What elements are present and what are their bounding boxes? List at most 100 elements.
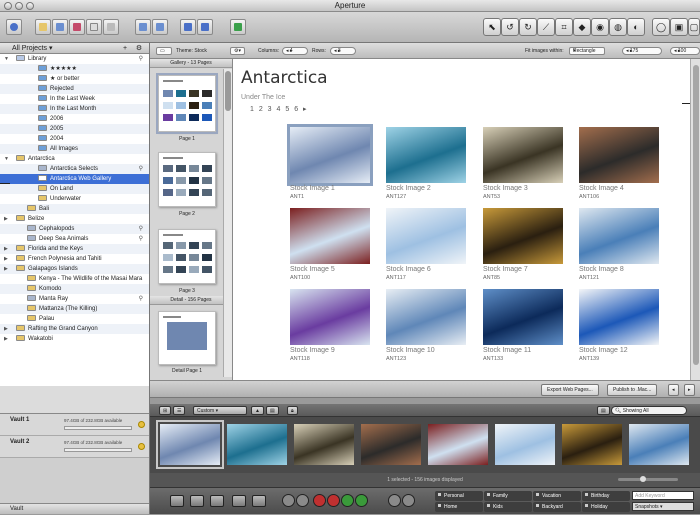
keyword-button[interactable]: Birthday [582, 491, 630, 501]
keyword-button[interactable]: Family [484, 491, 532, 501]
layout-button-1[interactable] [170, 495, 184, 507]
project-item[interactable]: Underwater [0, 194, 149, 204]
project-item[interactable]: Antarctica Selects ⚲ [0, 164, 149, 174]
select-rating-button[interactable] [355, 494, 368, 507]
crop-tool[interactable]: ⌗ [555, 18, 573, 36]
loupe-tool[interactable]: ◯ [652, 18, 670, 36]
disclosure-closed-icon[interactable]: ▶ [4, 244, 8, 254]
raise-rating-button[interactable] [341, 494, 354, 507]
project-item[interactable]: ★ or better [0, 74, 149, 84]
smart-album-icon[interactable]: ⚲ [139, 234, 143, 244]
previous-image-button[interactable] [388, 494, 401, 507]
vault-status-icon[interactable] [138, 421, 145, 428]
keyword-button[interactable]: Backyard [533, 502, 581, 512]
gallery-page-thumb[interactable] [158, 229, 216, 284]
pick-button[interactable] [180, 19, 196, 35]
browser-thumbnail[interactable] [562, 424, 622, 465]
project-item[interactable]: In the Last Week [0, 94, 149, 104]
export-web-pages-button[interactable]: Export Web Pages... [541, 384, 599, 396]
new-project-button[interactable] [35, 19, 51, 35]
browser-thumbnail[interactable] [428, 424, 488, 465]
gallery-image[interactable] [386, 127, 466, 183]
height-stepper[interactable]: ◂ 100 ▸ [670, 47, 700, 55]
grid-view-button[interactable]: ⊞ [159, 406, 172, 415]
browser-thumbnail[interactable] [361, 424, 421, 465]
project-item[interactable]: Kenya - The Wildlife of the Masai Mara [0, 274, 149, 284]
select-tool[interactable]: ⬉ [483, 18, 501, 36]
layout-button-5[interactable] [252, 495, 266, 507]
vault-status-icon[interactable] [138, 443, 145, 450]
vault-row[interactable]: Vault 2 97.4GB of 232.8GB available [0, 436, 149, 458]
project-item[interactable]: ▶ French Polynesia and Tahiti [0, 254, 149, 264]
keyword-button[interactable]: Kids [484, 502, 532, 512]
projects-header[interactable]: All Projects ▾ + ⚙ [0, 43, 149, 54]
rotate-right-button[interactable] [296, 494, 309, 507]
browser-thumbnail[interactable] [227, 424, 287, 465]
import-button[interactable] [6, 19, 22, 35]
new-smart-album-button[interactable] [86, 19, 102, 35]
gallery-image[interactable] [483, 289, 563, 345]
new-album-button[interactable] [69, 19, 85, 35]
gallery-cell[interactable]: Stock Image 4 ANT106 [579, 127, 669, 207]
project-item[interactable]: Antarctica Web Gallery [0, 174, 149, 184]
canvas-scrollbar[interactable] [690, 59, 700, 380]
gallery-image[interactable] [579, 127, 659, 183]
lower-rating-button[interactable] [327, 494, 340, 507]
gallery-image[interactable] [386, 208, 466, 264]
rotate-left-button[interactable] [282, 494, 295, 507]
spot-patch-tool[interactable]: ◆ [573, 18, 591, 36]
project-item[interactable]: ▶ Belize [0, 214, 149, 224]
disclosure-open-icon[interactable]: ▼ [4, 54, 9, 64]
layout-button-2[interactable] [190, 495, 204, 507]
browser-thumbnail[interactable] [495, 424, 555, 465]
thumbnail-size-slider[interactable] [618, 476, 678, 482]
gallery-image[interactable] [290, 208, 370, 264]
disclosure-closed-icon[interactable]: ▶ [4, 214, 8, 224]
project-item[interactable]: ▶ Galapagos Islands [0, 264, 149, 274]
project-item[interactable]: Mattanza (The Killing) [0, 304, 149, 314]
rows-stepper[interactable]: ◂ 3 ▸ [330, 47, 356, 55]
project-item[interactable]: ▼ Library ⚲ [0, 54, 149, 64]
red-eye-tool[interactable]: ◉ [591, 18, 609, 36]
smart-album-icon[interactable]: ⚲ [139, 294, 143, 304]
disclosure-closed-icon[interactable]: ▶ [4, 324, 8, 334]
keyword-button[interactable]: Home [435, 502, 483, 512]
fit-shape-select[interactable]: Rectangle ▾ [569, 47, 605, 55]
add-project-button[interactable]: + [120, 44, 130, 53]
gallery-cell[interactable]: Stock Image 2 ANT127 [386, 127, 476, 207]
project-item[interactable]: ▼ Antarctica [0, 154, 149, 164]
layout-button-3[interactable] [210, 495, 224, 507]
gallery-pagination[interactable]: 1 2 3 4 5 6 ▸ [250, 105, 308, 113]
extract-button[interactable] [197, 19, 213, 35]
list-view-button[interactable]: ☰ [173, 406, 186, 415]
gallery-cell[interactable]: Stock Image 10 ANT123 [386, 289, 476, 369]
search-field[interactable]: 🔍︎ Showing All [611, 406, 687, 415]
detail-page-thumb[interactable] [158, 311, 216, 365]
disclosure-closed-icon[interactable]: ▶ [4, 264, 8, 274]
gear-icon[interactable]: ⚙ [134, 44, 144, 53]
disclosure-closed-icon[interactable]: ▶ [4, 334, 8, 344]
columns-stepper[interactable]: ◂ 4 ▸ [282, 47, 308, 55]
gallery-image[interactable] [290, 289, 370, 345]
projects-filter-label[interactable]: All Projects ▾ [12, 45, 52, 52]
fullscreen-button[interactable]: ▢ [688, 18, 700, 36]
layout-button-4[interactable] [232, 495, 246, 507]
next-page-button[interactable]: ▸ [684, 384, 695, 396]
sort-select[interactable]: Custom ▾ [193, 406, 247, 415]
project-item[interactable]: ▶ Rafting the Grand Canyon [0, 324, 149, 334]
lift-tool[interactable]: ◍ [609, 18, 627, 36]
gallery-cell[interactable]: Stock Image 8 ANT121 [579, 208, 669, 288]
smart-album-icon[interactable]: ⚲ [139, 164, 143, 174]
browser-thumbnail[interactable] [294, 424, 354, 465]
project-item[interactable]: In the Last Month [0, 104, 149, 114]
browser-thumbnail[interactable] [629, 424, 689, 465]
project-item[interactable]: Palau [0, 314, 149, 324]
gallery-cell[interactable]: Stock Image 5 ANT100 [290, 208, 380, 288]
gallery-subtitle[interactable]: Under The Ice [241, 94, 285, 101]
gallery-image[interactable] [579, 208, 659, 264]
project-item[interactable]: Deep Sea Animals ⚲ [0, 234, 149, 244]
previous-page-button[interactable]: ◂ [668, 384, 679, 396]
gallery-cell[interactable]: Stock Image 7 ANT85 [483, 208, 573, 288]
gallery-cell[interactable]: Stock Image 3 ANT53 [483, 127, 573, 207]
smart-album-icon[interactable]: ⚲ [139, 54, 143, 64]
